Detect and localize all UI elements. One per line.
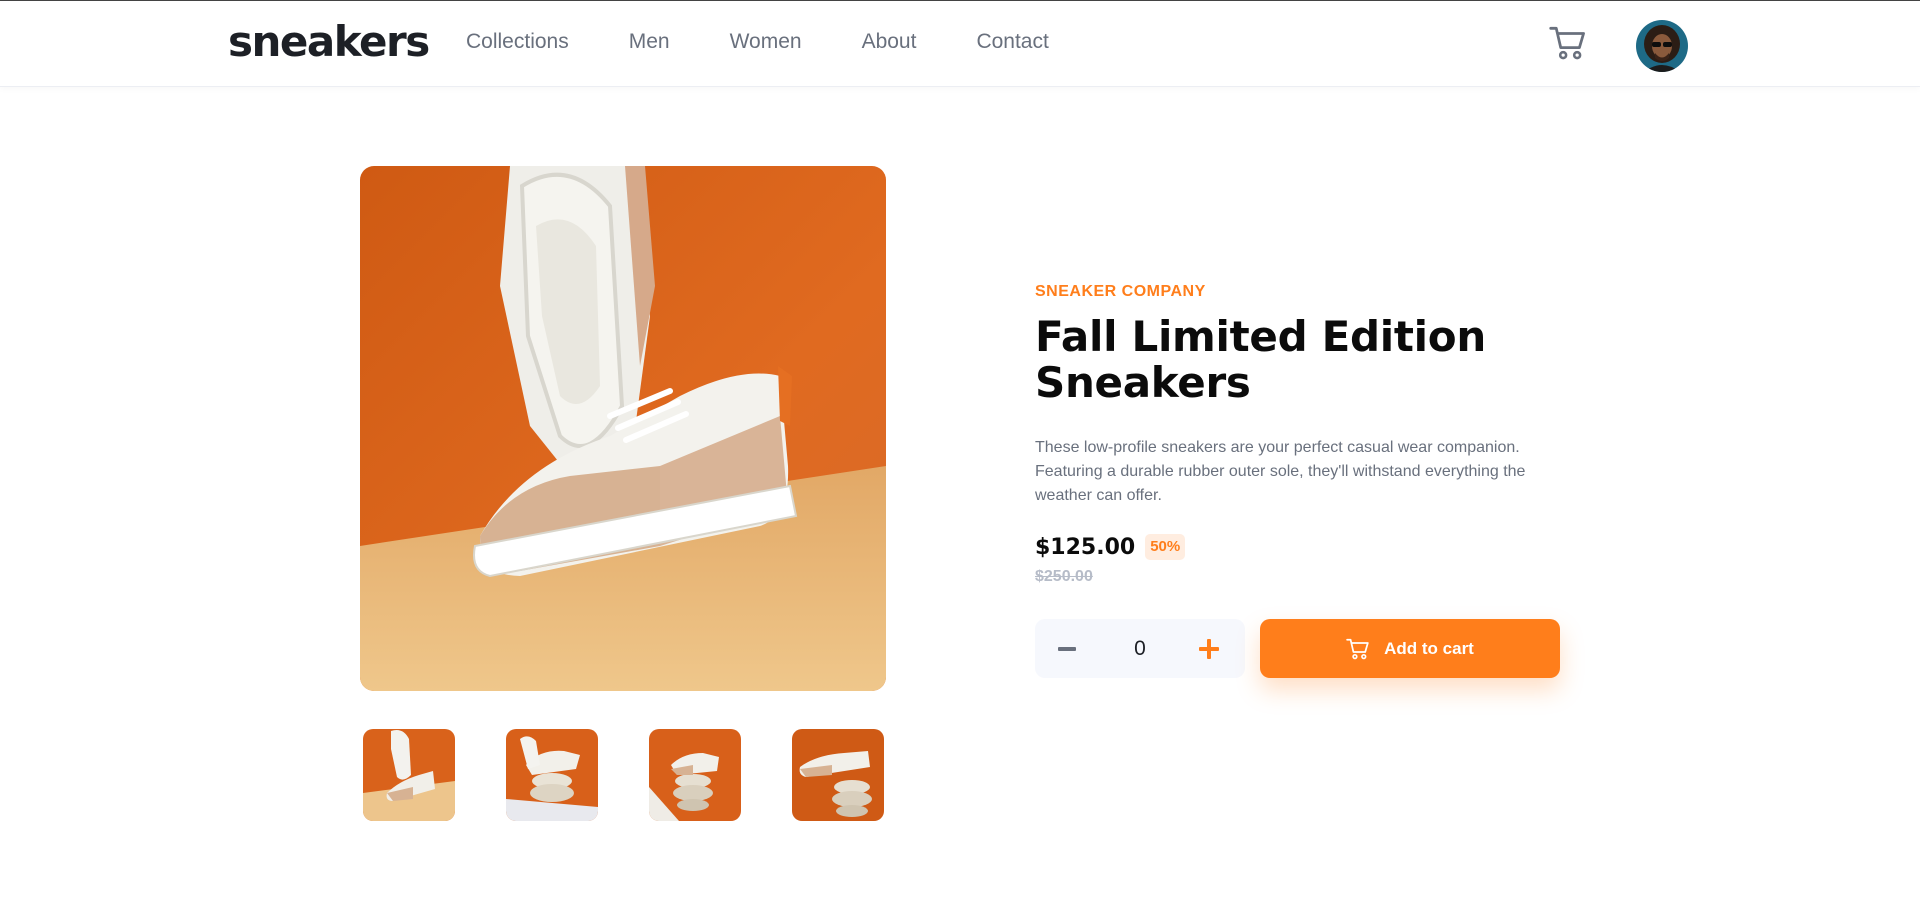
thumbnail-4[interactable]: [792, 729, 884, 821]
thumbnail-2[interactable]: [506, 729, 598, 821]
thumbnail-3[interactable]: [649, 729, 741, 821]
thumbnail-image: [506, 729, 598, 821]
cart-icon: [1346, 638, 1369, 659]
thumbnail-image: [792, 729, 884, 821]
product-title: Fall Limited Edition Sneakers: [1035, 312, 1486, 407]
main-nav: Collections Men Women About Contact: [466, 27, 1109, 57]
thumbnail-1[interactable]: [363, 729, 455, 821]
product-main-image[interactable]: [360, 166, 886, 691]
add-to-cart-button[interactable]: Add to cart: [1260, 619, 1560, 678]
nav-about[interactable]: About: [862, 27, 917, 57]
product-details: SNEAKER COMPANY Fall Limited Edition Sne…: [1035, 280, 1565, 678]
thumbnail-image: [363, 729, 455, 821]
decrease-quantity-button[interactable]: [1057, 639, 1077, 659]
nav-men[interactable]: Men: [629, 27, 670, 57]
plus-icon: [1199, 639, 1219, 659]
avatar-icon: [1636, 20, 1688, 72]
nav-contact[interactable]: Contact: [976, 27, 1048, 57]
price-row: $125.00 50%: [1035, 534, 1186, 560]
sneaker-image: [360, 166, 886, 691]
quantity-value[interactable]: 0: [1115, 634, 1165, 664]
thumbnail-strip: [363, 729, 884, 822]
company-name: SNEAKER COMPANY: [1035, 283, 1206, 300]
discount-badge: 50%: [1145, 534, 1186, 560]
thumbnail-image: [649, 729, 741, 821]
minus-icon: [1058, 647, 1076, 651]
site-logo[interactable]: sneakers: [228, 17, 430, 67]
product-description: These low-profile sneakers are your perf…: [1035, 439, 1526, 504]
nav-women[interactable]: Women: [730, 27, 802, 57]
original-price: $250.00: [1035, 568, 1093, 585]
nav-collections[interactable]: Collections: [466, 27, 569, 57]
add-to-cart-label: Add to cart: [1384, 638, 1474, 658]
cart-icon: [1549, 26, 1585, 60]
increase-quantity-button[interactable]: [1197, 637, 1221, 661]
quantity-stepper: 0: [1035, 619, 1245, 678]
current-price: $125.00: [1035, 534, 1136, 560]
site-header: sneakers Collections Men Women About Con…: [0, 1, 1920, 87]
cart-button[interactable]: [1549, 25, 1587, 61]
user-avatar[interactable]: [1636, 20, 1688, 72]
